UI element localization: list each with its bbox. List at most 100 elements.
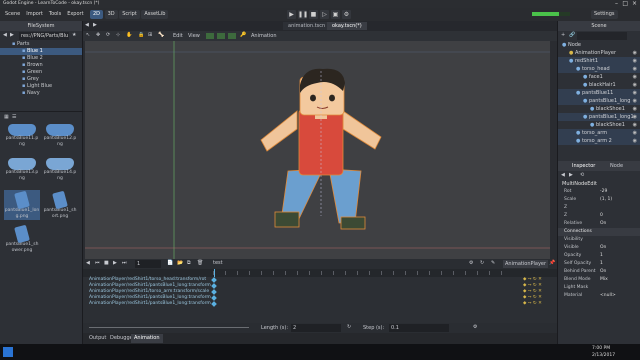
property-value[interactable]: 0	[600, 212, 603, 220]
anim-time-field[interactable]: 1	[135, 260, 161, 268]
add-node-icon[interactable]: +	[561, 32, 565, 38]
folder-item[interactable]: ▪ Light Blue	[0, 83, 82, 90]
scene-tab[interactable]: Scene	[558, 21, 640, 31]
visibility-eye-icon[interactable]: ◉	[633, 97, 637, 105]
inspector-property[interactable]: Visible On	[558, 244, 640, 252]
play-custom-icon[interactable]: ▣	[331, 10, 340, 19]
visibility-eye-icon[interactable]: ◉	[633, 113, 637, 121]
visibility-eye-icon[interactable]: ◉	[633, 65, 637, 73]
keyframe-marker[interactable]	[211, 295, 217, 301]
debug-options-icon[interactable]: ⚙	[342, 10, 351, 19]
inspector-property[interactable]: Opacity 1	[558, 252, 640, 260]
tab-output[interactable]: Output	[86, 334, 109, 343]
windows-start-icon[interactable]	[3, 347, 13, 357]
maximize-icon[interactable]: □	[622, 0, 628, 8]
property-value[interactable]: -29	[600, 188, 607, 196]
property-value[interactable]: Mix	[600, 276, 608, 284]
folder-item[interactable]: ▪ Blue 2	[0, 55, 82, 62]
skeleton-icon[interactable]: 🦴	[158, 32, 164, 38]
edit-pivot-icon[interactable]: ⊹	[116, 32, 120, 38]
load-anim-icon[interactable]: 📂	[177, 260, 183, 266]
back-arrow-icon[interactable]: ◀	[3, 32, 7, 38]
inspector-history-icon[interactable]: ⟲	[580, 172, 584, 178]
scene-node[interactable]: ● pantsBlue11 ◉	[558, 89, 640, 97]
inspector-property[interactable]: Behind Parent On	[558, 268, 640, 276]
property-value[interactable]: <null>	[600, 292, 616, 300]
menu-scene[interactable]: Scene	[2, 8, 23, 21]
path-field[interactable]: res://PNG/Parts/Blu	[19, 32, 69, 40]
property-value[interactable]: (1, 1)	[600, 196, 612, 204]
visibility-eye-icon[interactable]: ◉	[633, 89, 637, 97]
step-field[interactable]: 0.1	[389, 324, 449, 332]
tab-animation[interactable]: Animation	[131, 334, 163, 343]
move-tool-icon[interactable]: ✥	[96, 32, 100, 38]
inspector-property[interactable]: Visibility	[558, 236, 640, 244]
folder-item[interactable]: ▪ Blue 1	[0, 48, 82, 55]
anim-options-icon[interactable]: ⚙	[469, 260, 473, 266]
workspace-script[interactable]: Script	[119, 10, 140, 19]
scene-node[interactable]: ● pantsBlue1_long1 ◉	[558, 113, 640, 121]
folder-item[interactable]: ▪ Grey	[0, 76, 82, 83]
menu-export[interactable]: Export	[64, 8, 86, 21]
file-thumbnail[interactable]: pantsBlue14.p ng	[42, 156, 78, 186]
node-filter-input[interactable]	[577, 32, 627, 40]
forward-arrow-icon[interactable]: ▶	[10, 32, 14, 38]
instance-icon[interactable]: 🔗	[569, 32, 575, 38]
track-controls-icon[interactable]: ◆ ⤳ ↻ ✕	[523, 301, 542, 307]
pin-icon[interactable]: 📌	[549, 260, 555, 266]
rotate-tool-icon[interactable]: ⟳	[106, 32, 110, 38]
property-value[interactable]: 1	[600, 260, 603, 268]
inspector-section[interactable]: Connections	[558, 228, 640, 236]
inspector-property[interactable]: Relative On	[558, 220, 640, 228]
file-thumbnail[interactable]: pantsBlue1_sh ower.png	[4, 224, 40, 254]
close-icon[interactable]: ×	[632, 0, 637, 8]
duplicate-anim-icon[interactable]: ⧉	[187, 260, 191, 266]
scene-node[interactable]: ● blackShoe1 ◉	[558, 105, 640, 113]
favorite-star-icon[interactable]: ★	[72, 32, 76, 38]
file-thumbnail[interactable]: pantsBlue12.p ng	[42, 122, 78, 152]
folder-item[interactable]: ▪ Green	[0, 69, 82, 76]
property-value[interactable]: 1	[600, 252, 603, 260]
keyframe-marker[interactable]	[211, 283, 217, 289]
inspector-property[interactable]: Material <null>	[558, 292, 640, 300]
lock-icon[interactable]: 🔒	[138, 32, 144, 38]
tab-animation-scene[interactable]: animation.tscn	[283, 22, 331, 30]
menu-import[interactable]: Import	[23, 8, 46, 21]
autoplay-icon[interactable]: ↻	[480, 260, 484, 266]
inspector-property[interactable]: Light Mask	[558, 284, 640, 292]
inspector-property[interactable]: Rot -29	[558, 188, 640, 196]
inspector-property[interactable]: Blend Mode Mix	[558, 276, 640, 284]
key-scale-icon[interactable]	[228, 33, 236, 39]
play-anim-icon[interactable]: ▶	[113, 260, 117, 266]
settings-button[interactable]: Settings	[591, 10, 618, 19]
tab-node[interactable]: Node	[610, 161, 623, 171]
scene-node[interactable]: ● torso_arm ◉	[558, 129, 640, 137]
visibility-eye-icon[interactable]: ◉	[633, 105, 637, 113]
select-tool-icon[interactable]: ↖	[86, 32, 90, 38]
workspace-2d[interactable]: 2D	[90, 10, 104, 19]
canvas-viewport[interactable]	[85, 41, 550, 259]
folder-item[interactable]: ▪ Brown	[0, 62, 82, 69]
list-view-icon[interactable]: ☰	[12, 114, 16, 120]
workspace-assetlib[interactable]: AssetLib	[141, 10, 169, 19]
scene-node[interactable]: ● AnimationPlayer ◉	[558, 49, 640, 57]
minimize-icon[interactable]: –	[615, 0, 618, 8]
scene-node[interactable]: ● torso_head ◉	[558, 65, 640, 73]
property-value[interactable]: On	[600, 244, 606, 252]
visibility-eye-icon[interactable]: ◉	[633, 129, 637, 137]
playhead[interactable]	[214, 269, 215, 277]
filesystem-tab[interactable]: FileSystem	[0, 21, 82, 31]
inspector-next-icon[interactable]: ▶	[569, 172, 573, 178]
pause-icon[interactable]: ❚❚	[298, 10, 308, 19]
property-value[interactable]: On	[600, 220, 606, 228]
play-backward-start-icon[interactable]: ⏮	[95, 260, 100, 266]
visibility-eye-icon[interactable]: ◉	[633, 57, 637, 65]
key-loc-icon[interactable]	[206, 33, 214, 39]
insert-key-icon[interactable]: 🔑	[240, 32, 246, 38]
length-field[interactable]: 2	[291, 324, 341, 332]
inspector-property[interactable]: Self Opacity 1	[558, 260, 640, 268]
scene-node[interactable]: ● Node	[558, 41, 640, 49]
delete-anim-icon[interactable]: 🗑	[197, 260, 203, 266]
view-menu[interactable]: View	[188, 31, 200, 41]
inspector-property[interactable]: Scale (1, 1)	[558, 196, 640, 204]
